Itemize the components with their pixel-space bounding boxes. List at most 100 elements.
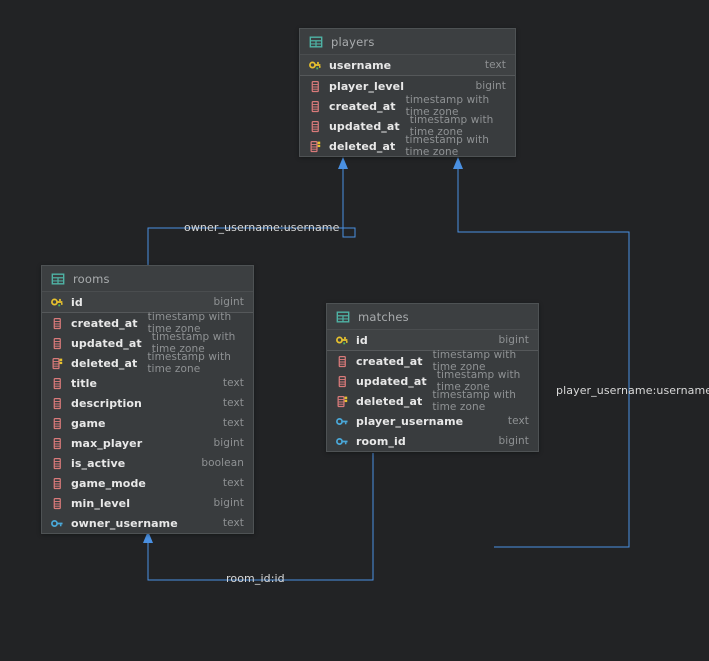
column-name: updated_at [356,375,427,388]
column-name: updated_at [329,120,400,133]
column-row-rooms-title[interactable]: title text [42,373,253,393]
column-icon [51,397,64,410]
column-row-rooms-min_level[interactable]: min_level bigint [42,493,253,513]
column-nullable-icon [51,357,64,370]
column-icon [309,120,322,133]
table-title: matches [358,310,409,324]
column-type: text [213,517,244,529]
table-node-rooms[interactable]: roomsidbigintcreated_attimestamp with ti… [41,265,254,534]
column-row-players-username[interactable]: username text [300,55,515,76]
column-type: bigint [203,296,244,308]
column-row-rooms-game_mode[interactable]: game_mode text [42,473,253,493]
column-name: updated_at [71,337,142,350]
column-row-matches-player_username[interactable]: player_username text [327,411,538,431]
foreign-key-icon [336,435,349,448]
column-name: description [71,397,142,410]
column-nullable-icon [336,395,349,408]
table-grid-icon [51,272,65,286]
column-name: id [356,334,368,347]
column-row-rooms-description[interactable]: description text [42,393,253,413]
column-icon [51,317,64,330]
table-node-matches[interactable]: matchesidbigintcreated_attimestamp with … [326,303,539,452]
column-type: text [213,417,244,429]
column-row-players-player_level[interactable]: player_level bigint [300,76,515,96]
column-type: text [498,415,529,427]
column-type: text [213,377,244,389]
column-row-players-deleted_at[interactable]: deleted_attimestamp with time zone [300,136,515,156]
column-name: min_level [71,497,130,510]
column-type: boolean [191,457,244,469]
column-icon [51,477,64,490]
column-icon [336,355,349,368]
column-name: player_level [329,80,404,93]
column-name: created_at [329,100,396,113]
column-type: bigint [203,497,244,509]
column-icon [51,497,64,510]
column-icon [336,375,349,388]
relationship-label-rooms-owner-players: owner_username:username [184,221,339,234]
column-name: deleted_at [356,395,422,408]
foreign-key-icon [51,517,64,530]
table-node-players[interactable]: players username text player_level bigint cre… [299,28,516,157]
column-nullable-icon [309,140,322,153]
primary-key-icon [309,59,322,72]
column-type: text [213,477,244,489]
column-name: username [329,59,391,72]
relationship-arrowhead-matches-player-players [453,157,463,169]
column-row-rooms-deleted_at[interactable]: deleted_attimestamp with time zone [42,353,253,373]
column-type: timestamp with time zone [422,389,529,413]
column-icon [309,100,322,113]
column-row-players-created_at[interactable]: created_attimestamp with time zone [300,96,515,116]
column-row-players-updated_at[interactable]: updated_attimestamp with time zone [300,116,515,136]
foreign-key-icon [336,415,349,428]
column-icon [51,417,64,430]
column-type: timestamp with time zone [395,134,506,158]
column-name: id [71,296,83,309]
relationship-label-matches-player-players: player_username:username [556,384,709,397]
column-row-matches-updated_at[interactable]: updated_attimestamp with time zone [327,371,538,391]
column-type: bigint [203,437,244,449]
er-diagram-canvas[interactable]: owner_username:username player_username:u… [0,0,709,661]
column-name: game [71,417,106,430]
column-name: created_at [356,355,423,368]
table-grid-icon [309,35,323,49]
table-header-matches[interactable]: matches [327,304,538,330]
table-title: players [331,35,375,49]
column-row-rooms-owner_username[interactable]: owner_usernametext [42,513,253,533]
relationship-label-matches-room-rooms: room_id:id [226,572,285,585]
table-header-players[interactable]: players [300,29,515,55]
column-name: max_player [71,437,142,450]
column-type: text [475,59,506,71]
column-name: player_username [356,415,463,428]
column-name: deleted_at [329,140,395,153]
column-type: text [213,397,244,409]
column-row-rooms-max_player[interactable]: max_player bigint [42,433,253,453]
column-row-rooms-id[interactable]: id bigint [42,292,253,313]
primary-key-icon [51,296,64,309]
column-row-rooms-created_at[interactable]: created_attimestamp with time zone [42,313,253,333]
table-title: rooms [73,272,110,286]
table-grid-icon [336,310,350,324]
table-header-rooms[interactable]: rooms [42,266,253,292]
column-icon [51,457,64,470]
column-row-rooms-game[interactable]: game text [42,413,253,433]
column-row-matches-created_at[interactable]: created_attimestamp with time zone [327,351,538,371]
column-row-matches-id[interactable]: id bigint [327,330,538,351]
column-name: game_mode [71,477,146,490]
column-row-rooms-updated_at[interactable]: updated_attimestamp with time zone [42,333,253,353]
column-name: is_active [71,457,125,470]
column-type: bigint [465,80,506,92]
column-type: bigint [488,435,529,447]
column-row-matches-deleted_at[interactable]: deleted_attimestamp with time zone [327,391,538,411]
column-icon [309,80,322,93]
column-row-matches-room_id[interactable]: room_id bigint [327,431,538,451]
column-name: room_id [356,435,406,448]
column-icon [51,377,64,390]
column-row-rooms-is_active[interactable]: is_active boolean [42,453,253,473]
column-icon [51,437,64,450]
column-name: created_at [71,317,138,330]
column-type: bigint [488,334,529,346]
primary-key-icon [336,334,349,347]
column-type: timestamp with time zone [137,351,244,375]
column-name: title [71,377,97,390]
